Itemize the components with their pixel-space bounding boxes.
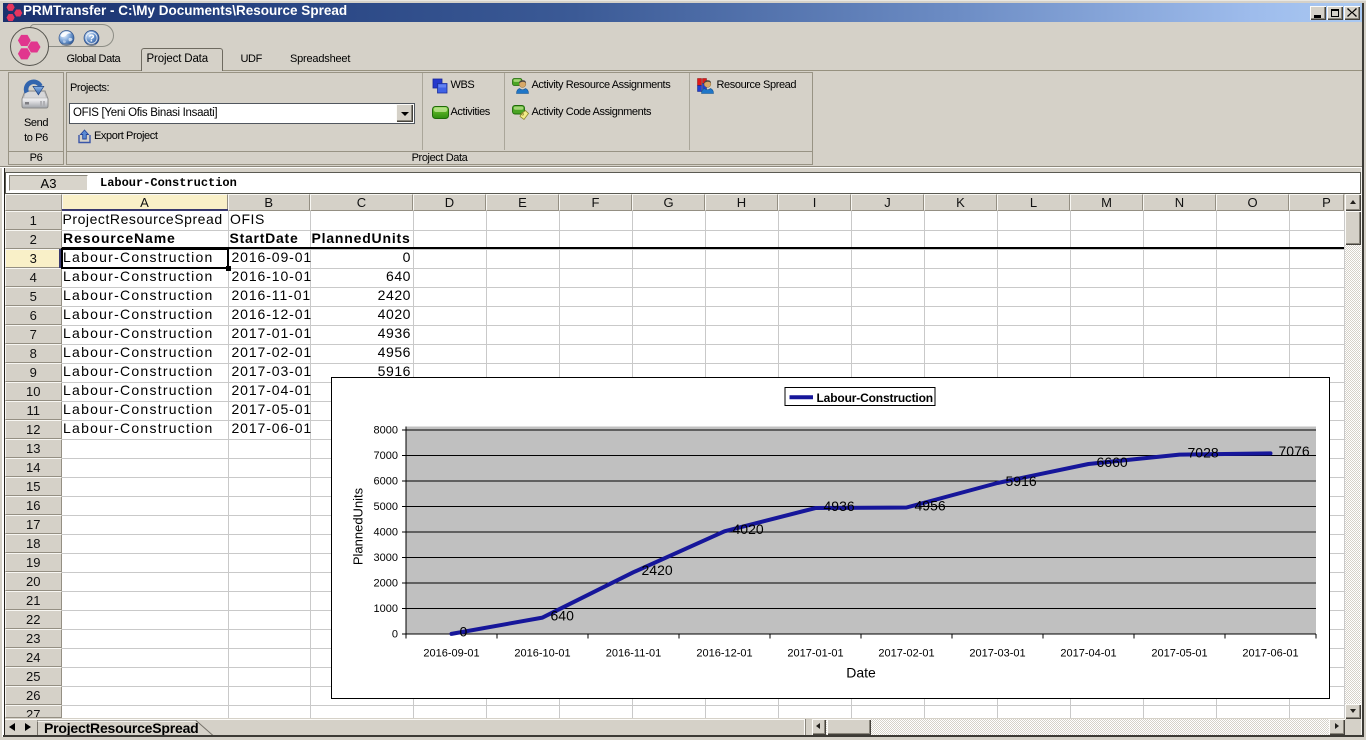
svg-text:2017-01-01: 2017-01-01 [787,647,843,659]
svg-text:640: 640 [551,607,575,623]
svg-text:6000: 6000 [374,475,398,487]
svg-text:?: ? [88,33,94,44]
svg-text:4936: 4936 [824,497,855,513]
svg-text:2017-06-01: 2017-06-01 [1242,647,1298,659]
svg-text:2017-03-01: 2017-03-01 [969,647,1025,659]
svg-text:Labour-Construction: Labour-Construction [817,390,933,404]
svg-text:8000: 8000 [374,424,398,436]
svg-text:7076: 7076 [1279,443,1310,459]
svg-text:2017-02-01: 2017-02-01 [878,647,934,659]
svg-text:2000: 2000 [374,577,398,589]
svg-text:2016-11-01: 2016-11-01 [606,647,661,659]
svg-text:2420: 2420 [642,562,673,578]
svg-text:7000: 7000 [374,450,398,462]
svg-text:5000: 5000 [374,501,398,513]
svg-text:0: 0 [460,623,468,639]
svg-text:7028: 7028 [1188,444,1219,460]
svg-text:0: 0 [392,628,398,640]
svg-text:2017-04-01: 2017-04-01 [1060,647,1116,659]
svg-text:3000: 3000 [374,552,398,564]
svg-text:Date: Date [846,664,876,680]
svg-text:6660: 6660 [1097,453,1128,469]
svg-text:PlannedUnits: PlannedUnits [351,487,366,565]
svg-text:4020: 4020 [733,521,764,537]
svg-text:4956: 4956 [915,497,946,513]
svg-text:2016-09-01: 2016-09-01 [423,647,479,659]
svg-text:2017-05-01: 2017-05-01 [1151,647,1207,659]
svg-text:2016-10-01: 2016-10-01 [514,647,570,659]
svg-text:1000: 1000 [374,603,398,615]
svg-text:2016-12-01: 2016-12-01 [696,647,752,659]
svg-text:4000: 4000 [374,526,398,538]
svg-text:5916: 5916 [1006,472,1037,488]
